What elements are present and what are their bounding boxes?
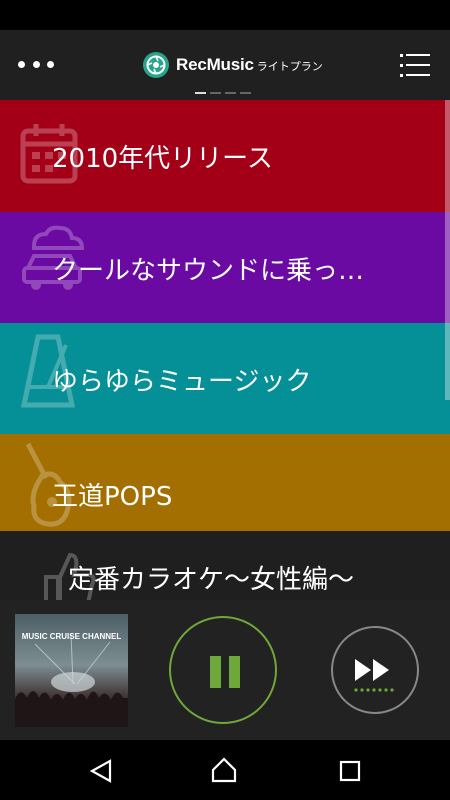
channel-item-2010s[interactable]: 2010年代リリース	[0, 100, 450, 212]
channel-label: 2010年代リリース	[52, 144, 273, 174]
channel-label: クールなサウンドに乗っ…	[52, 256, 365, 286]
back-icon[interactable]	[88, 758, 114, 784]
pause-icon	[210, 656, 221, 688]
fast-forward-icon	[354, 659, 394, 692]
app-header: RecMusic ライトプラン	[0, 30, 450, 100]
channel-label: ゆらゆらミュージック	[52, 367, 312, 397]
more-options-icon[interactable]	[18, 52, 54, 76]
channel-label: 定番カラオケ〜女性編〜	[68, 565, 355, 595]
page-indicator	[195, 92, 251, 94]
app-logo: RecMusic ライトプラン	[142, 50, 323, 80]
home-icon[interactable]	[210, 756, 238, 784]
channel-label: 王道POPS	[52, 482, 173, 512]
brand-name: RecMusic	[176, 55, 254, 74]
skip-forward-button[interactable]	[331, 626, 419, 714]
channel-item-pops[interactable]: 王道POPS	[0, 434, 450, 531]
channel-item-karaoke-female[interactable]: 定番カラオケ〜女性編〜	[0, 531, 450, 611]
system-nav-bar	[0, 740, 450, 800]
album-art[interactable]: MUSIC CRUISE CHANNEL	[15, 614, 128, 727]
pause-button[interactable]	[169, 616, 277, 724]
status-bar	[0, 0, 450, 30]
channel-item-yurayura[interactable]: ゆらゆらミュージック	[0, 323, 450, 434]
logo-mark-icon	[143, 52, 169, 78]
channel-item-cool-sound[interactable]: クールなサウンドに乗っ…	[0, 212, 450, 323]
plan-name: ライトプラン	[256, 60, 323, 73]
pause-icon-bar	[229, 656, 240, 688]
recent-apps-icon[interactable]	[339, 760, 361, 782]
concert-crowd-image	[15, 633, 128, 727]
scrollbar[interactable]	[445, 100, 450, 400]
hamburger-menu-icon[interactable]	[400, 54, 430, 77]
mini-player: MUSIC CRUISE CHANNEL	[0, 600, 450, 740]
